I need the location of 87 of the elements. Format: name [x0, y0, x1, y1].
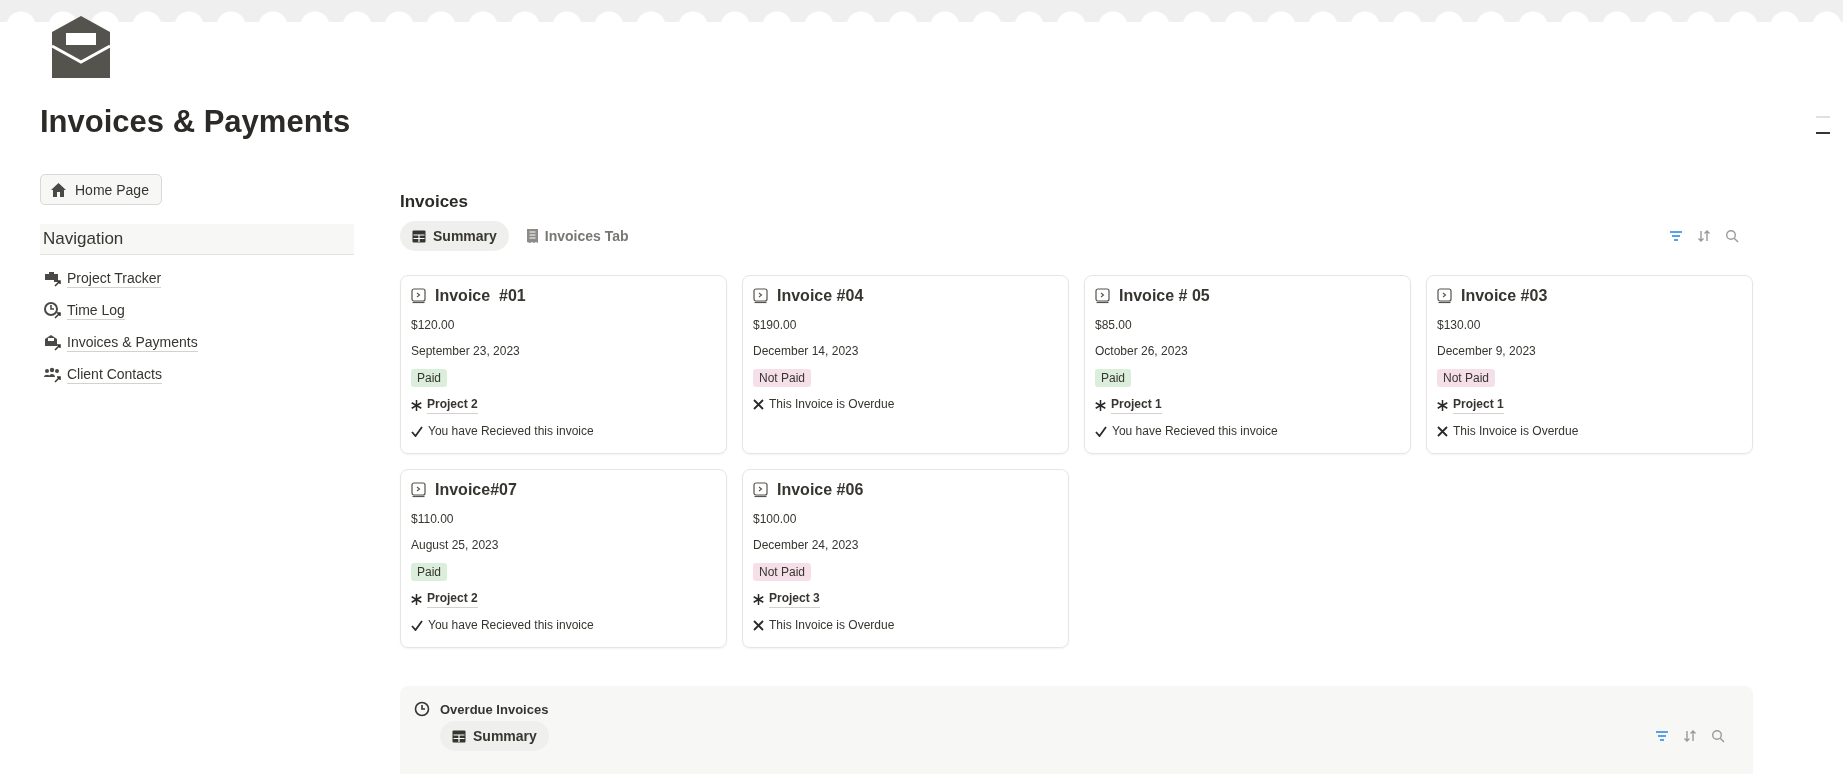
status-tag: Not Paid: [753, 563, 812, 581]
status-tag: Paid: [411, 563, 448, 581]
asterisk-icon: [753, 593, 764, 605]
amount: $110.00: [411, 511, 454, 528]
date: August 25, 2023: [411, 537, 499, 554]
amount: $100.00: [753, 511, 797, 528]
section-heading: Invoices: [400, 192, 469, 212]
date: December 9, 2023: [1437, 343, 1536, 360]
view-tab[interactable]: Summary: [440, 721, 549, 751]
asterisk-icon: [411, 593, 422, 605]
status-note: You have Recieved this invoice: [428, 617, 594, 634]
status-note: You have Recieved this invoice: [1112, 423, 1278, 440]
asterisk-icon: [1095, 399, 1106, 411]
status-tag: Not Paid: [753, 369, 812, 387]
navigation-heading: Navigation: [40, 224, 354, 255]
page-icon: [1095, 288, 1110, 304]
project-link[interactable]: Project 3: [769, 590, 820, 608]
page-icon: [753, 482, 768, 498]
briefcase-icon: [43, 269, 61, 287]
page-icon: [411, 288, 426, 304]
status-note: This Invoice is Overdue: [769, 396, 895, 413]
page-icon: [1437, 288, 1452, 304]
status-note: This Invoice is Overdue: [1453, 423, 1579, 440]
panel-heading: Overdue Invoices: [440, 701, 549, 717]
nav-link[interactable]: Invoices & Payments: [43, 331, 198, 353]
view-tab[interactable]: Invoices Tab: [514, 221, 641, 251]
check-icon: [411, 426, 423, 437]
project-link[interactable]: Project 2: [427, 396, 478, 414]
people-icon: [43, 365, 61, 383]
clock-icon: [414, 701, 430, 717]
amount: $85.00: [1095, 317, 1132, 334]
status-tag: Not Paid: [1437, 369, 1496, 387]
invoice-card[interactable]: Invoice #06 $100.00 December 24, 2023 Not Paid Project 3 This Invoice is Overdue: [742, 469, 1069, 648]
envelope-icon: [50, 16, 112, 78]
status-note: You have Recieved this invoice: [428, 423, 594, 440]
view-tab[interactable]: Summary: [400, 221, 509, 251]
page-title: Invoices & Payments: [40, 104, 351, 140]
check-icon: [1095, 426, 1107, 437]
date: December 24, 2023: [753, 537, 859, 554]
page-icon: [753, 288, 768, 304]
amount: $130.00: [1437, 317, 1481, 334]
outline-marker: [1816, 132, 1830, 134]
search-icon[interactable]: [1711, 729, 1725, 743]
date: October 26, 2023: [1095, 343, 1188, 360]
home-page-button[interactable]: Home Page: [40, 174, 162, 205]
nav-link[interactable]: Project Tracker: [43, 267, 162, 289]
amount: $120.00: [411, 317, 455, 334]
invoice-card[interactable]: Invoice #04 $190.00 December 14, 2023 Not Paid This Invoice is Overdue: [742, 275, 1069, 454]
date: September 23, 2023: [411, 343, 520, 360]
nav-link[interactable]: Time Log: [43, 299, 125, 321]
status-note: This Invoice is Overdue: [769, 617, 895, 634]
table-icon: [412, 229, 426, 243]
invoice-card[interactable]: Invoice # 05 $85.00 October 26, 2023 Paid Project 1 You have Recieved this invoice: [1084, 275, 1411, 454]
status-tag: Paid: [411, 369, 448, 387]
filter-icon[interactable]: [1669, 230, 1683, 242]
invoice-card[interactable]: Invoice#07 $110.00 August 25, 2023 Paid Project 2 You have Recieved this invoice: [400, 469, 727, 648]
asterisk-icon: [411, 399, 422, 411]
card-title: Invoice #01: [435, 287, 526, 305]
cross-icon: [1437, 426, 1448, 437]
card-title: Invoice#07: [435, 481, 517, 499]
date: December 14, 2023: [753, 343, 859, 360]
check-icon: [411, 620, 423, 631]
cross-icon: [753, 399, 764, 410]
sort-icon[interactable]: [1683, 729, 1697, 743]
invoice-card[interactable]: Invoice #01 $120.00 September 23, 2023 Paid Project 2 You have Recieved this invoice: [400, 275, 727, 454]
invoice-card[interactable]: Invoice #03 $130.00 December 9, 2023 Not Paid Project 1 This Invoice is Overdue: [1426, 275, 1753, 454]
page-icon: [411, 482, 426, 498]
nav-link[interactable]: Client Contacts: [43, 363, 162, 385]
status-tag: Paid: [1095, 369, 1132, 387]
home-icon: [51, 182, 66, 197]
receipt-icon: [526, 229, 538, 243]
filter-icon[interactable]: [1655, 730, 1669, 742]
card-title: Invoice #04: [777, 287, 864, 305]
project-link[interactable]: Project 1: [1453, 396, 1504, 414]
amount: $190.00: [753, 317, 797, 334]
cross-icon: [753, 620, 764, 631]
asterisk-icon: [1437, 399, 1448, 411]
sort-icon[interactable]: [1697, 229, 1711, 243]
search-icon[interactable]: [1725, 229, 1739, 243]
project-link[interactable]: Project 2: [427, 590, 478, 608]
clock-icon: [43, 301, 61, 319]
card-title: Invoice #06: [777, 481, 864, 499]
table-icon: [452, 729, 466, 743]
card-title: Invoice # 05: [1119, 287, 1210, 305]
card-title: Invoice #03: [1461, 287, 1548, 305]
project-link[interactable]: Project 1: [1111, 396, 1162, 414]
envelope-icon: [43, 333, 61, 351]
